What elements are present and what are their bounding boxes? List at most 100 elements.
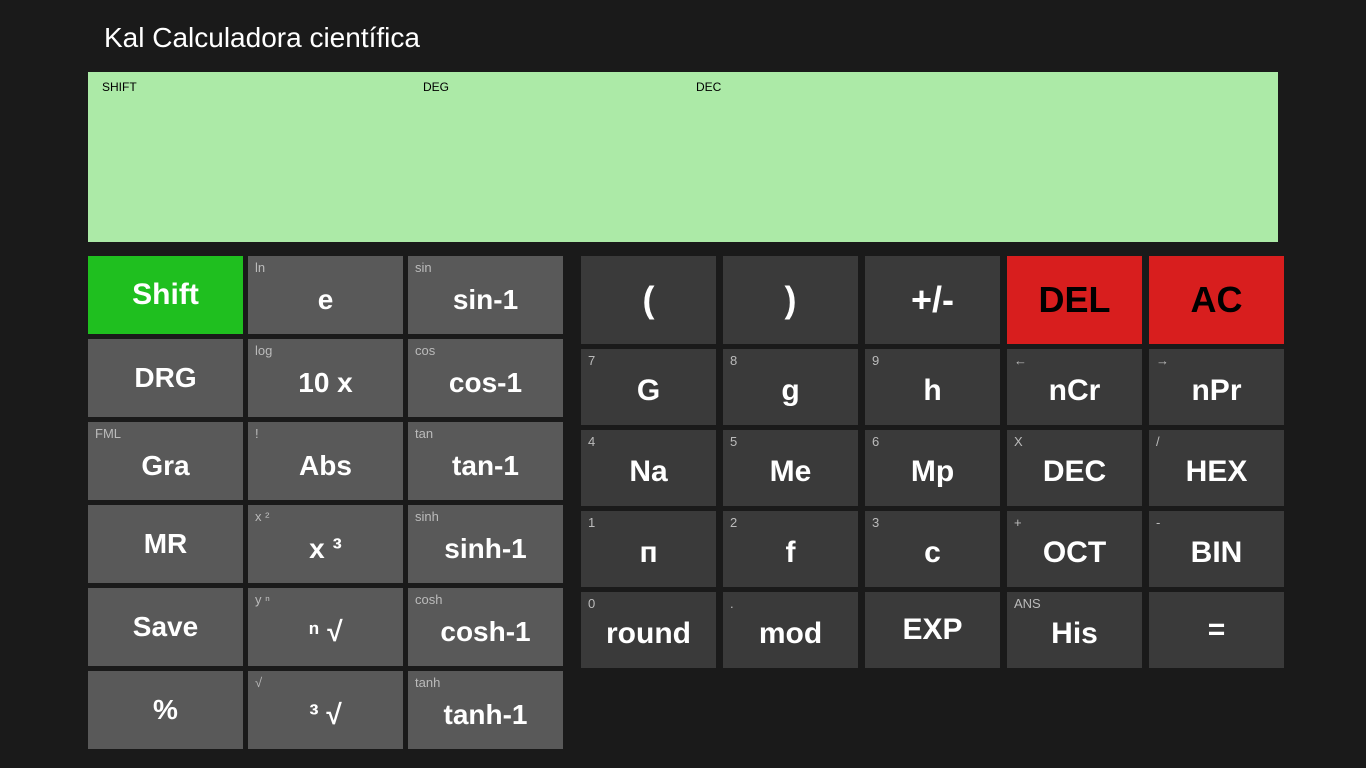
key-his[interactable]: ANSHis — [1007, 592, 1142, 668]
key-acos-label: cos-1 — [449, 367, 522, 399]
key-lparen-label: ( — [643, 279, 655, 321]
key-na-altlabel: 4 — [588, 434, 595, 449]
key-asin-altlabel: sin — [415, 260, 432, 275]
key-h-const[interactable]: 9h — [865, 349, 1000, 425]
key-f-const-label: f — [786, 536, 796, 570]
key-round-label: round — [606, 617, 691, 651]
key-pi-label: п — [639, 536, 657, 570]
key-dec-altlabel: X — [1014, 434, 1023, 449]
key-bin-label: BIN — [1191, 536, 1243, 570]
indicator-shift: SHIFT — [102, 80, 137, 94]
key-pct[interactable]: % — [88, 671, 243, 749]
key-lparen[interactable]: ( — [581, 256, 716, 344]
key-nroot-label: ⁿ √ — [308, 616, 342, 648]
key-pi-altlabel: 1 — [588, 515, 595, 530]
key-atan-altlabel: tan — [415, 426, 433, 441]
key-exp-label: EXP — [902, 613, 962, 647]
key-oct-altlabel: + — [1014, 515, 1022, 530]
key-rparen[interactable]: ) — [723, 256, 858, 344]
key-npr-altlabel: → — [1156, 353, 1169, 368]
key-mod-altlabel: . — [730, 596, 734, 611]
key-npr-label: nPr — [1191, 374, 1241, 408]
key-cuberoot[interactable]: √ ³ √ — [248, 671, 403, 749]
key-mod[interactable]: .mod — [723, 592, 858, 668]
key-cuberoot-altlabel: √ — [255, 675, 262, 690]
app-title: Kal Calculadora científica — [0, 0, 1366, 54]
key-save-label: Save — [133, 611, 198, 643]
key-gra-label: Gra — [141, 450, 189, 482]
key-his-label: His — [1051, 617, 1098, 651]
key-ac[interactable]: AC — [1149, 256, 1284, 344]
calc-display: SHIFT DEG DEC — [88, 72, 1278, 242]
key-ncr-label: nCr — [1049, 374, 1101, 408]
key-negate-label: +/- — [911, 279, 954, 321]
key-tenx[interactable]: log 10 x — [248, 339, 403, 417]
key-oct[interactable]: + OCT — [1007, 511, 1142, 587]
key-asin[interactable]: sin sin-1 — [408, 256, 563, 334]
key-me[interactable]: 5 Me — [723, 430, 858, 506]
key-acosh[interactable]: coshcosh-1 — [408, 588, 563, 666]
key-cube[interactable]: x ²x ³ — [248, 505, 403, 583]
key-del-label: DEL — [1039, 279, 1111, 321]
key-atanh[interactable]: tanhtanh-1 — [408, 671, 563, 749]
key-bin[interactable]: - BIN — [1149, 511, 1284, 587]
key-round-altlabel: 0 — [588, 596, 595, 611]
key-f-const[interactable]: 2f — [723, 511, 858, 587]
key-pi[interactable]: 1п — [581, 511, 716, 587]
key-oct-label: OCT — [1043, 536, 1106, 570]
key-gra[interactable]: FML Gra — [88, 422, 243, 500]
key-asinh[interactable]: sinhsinh-1 — [408, 505, 563, 583]
key-cube-label: x ³ — [309, 533, 342, 565]
key-hex[interactable]: / HEX — [1149, 430, 1284, 506]
key-round[interactable]: 0 round — [581, 592, 716, 668]
key-g-const-altlabel: 7 — [588, 353, 595, 368]
key-atan-label: tan-1 — [452, 450, 519, 482]
key-save[interactable]: Save — [88, 588, 243, 666]
key-f-const-altlabel: 2 — [730, 515, 737, 530]
key-del[interactable]: DEL — [1007, 256, 1142, 344]
key-ac-label: AC — [1191, 279, 1243, 321]
key-mp-altlabel: 6 — [872, 434, 879, 449]
key-mp[interactable]: 6Mp — [865, 430, 1000, 506]
key-acos-altlabel: cos — [415, 343, 435, 358]
key-dec[interactable]: XDEC — [1007, 430, 1142, 506]
key-shift-label: Shift — [132, 278, 199, 312]
key-me-altlabel: 5 — [730, 434, 737, 449]
key-asin-label: sin-1 — [453, 284, 518, 316]
key-h-const-label: h — [923, 374, 941, 408]
key-c-const-label: c — [924, 536, 941, 570]
key-ncr-altlabel: ← — [1014, 353, 1027, 368]
key-gra-altlabel: FML — [95, 426, 121, 441]
key-bin-altlabel: - — [1156, 515, 1160, 530]
key-g-const[interactable]: 7G — [581, 349, 716, 425]
key-hex-label: HEX — [1186, 455, 1248, 489]
key-c-const-altlabel: 3 — [872, 515, 879, 530]
key-e-label: e — [318, 284, 334, 316]
key-mr[interactable]: MR — [88, 505, 243, 583]
key-exp[interactable]: EXP — [865, 592, 1000, 668]
key-drg[interactable]: DRG — [88, 339, 243, 417]
key-tenx-altlabel: log — [255, 343, 272, 358]
key-me-label: Me — [770, 455, 812, 489]
key-na[interactable]: 4Na — [581, 430, 716, 506]
key-cuberoot-label: ³ √ — [309, 699, 341, 731]
key-abs[interactable]: !Abs — [248, 422, 403, 500]
key-nroot-altlabel: y ⁿ — [255, 592, 270, 607]
key-shift[interactable]: Shift — [88, 256, 243, 334]
key-equals[interactable]: = — [1149, 592, 1284, 668]
key-negate[interactable]: +/- — [865, 256, 1000, 344]
key-atan[interactable]: tan tan-1 — [408, 422, 563, 500]
key-acos[interactable]: cos cos-1 — [408, 339, 563, 417]
key-g-const-label: G — [637, 374, 660, 408]
key-g-small[interactable]: 8g — [723, 349, 858, 425]
indicator-dec: DEC — [696, 80, 721, 94]
key-npr[interactable]: → nPr — [1149, 349, 1284, 425]
key-rparen-label: ) — [785, 279, 797, 321]
key-ncr[interactable]: ← nCr — [1007, 349, 1142, 425]
key-e[interactable]: ln e — [248, 256, 403, 334]
key-nroot[interactable]: y ⁿ ⁿ √ — [248, 588, 403, 666]
key-tenx-label: 10 x — [298, 367, 353, 399]
key-e-altlabel: ln — [255, 260, 265, 275]
key-c-const[interactable]: 3c — [865, 511, 1000, 587]
key-hex-altlabel: / — [1156, 434, 1160, 449]
